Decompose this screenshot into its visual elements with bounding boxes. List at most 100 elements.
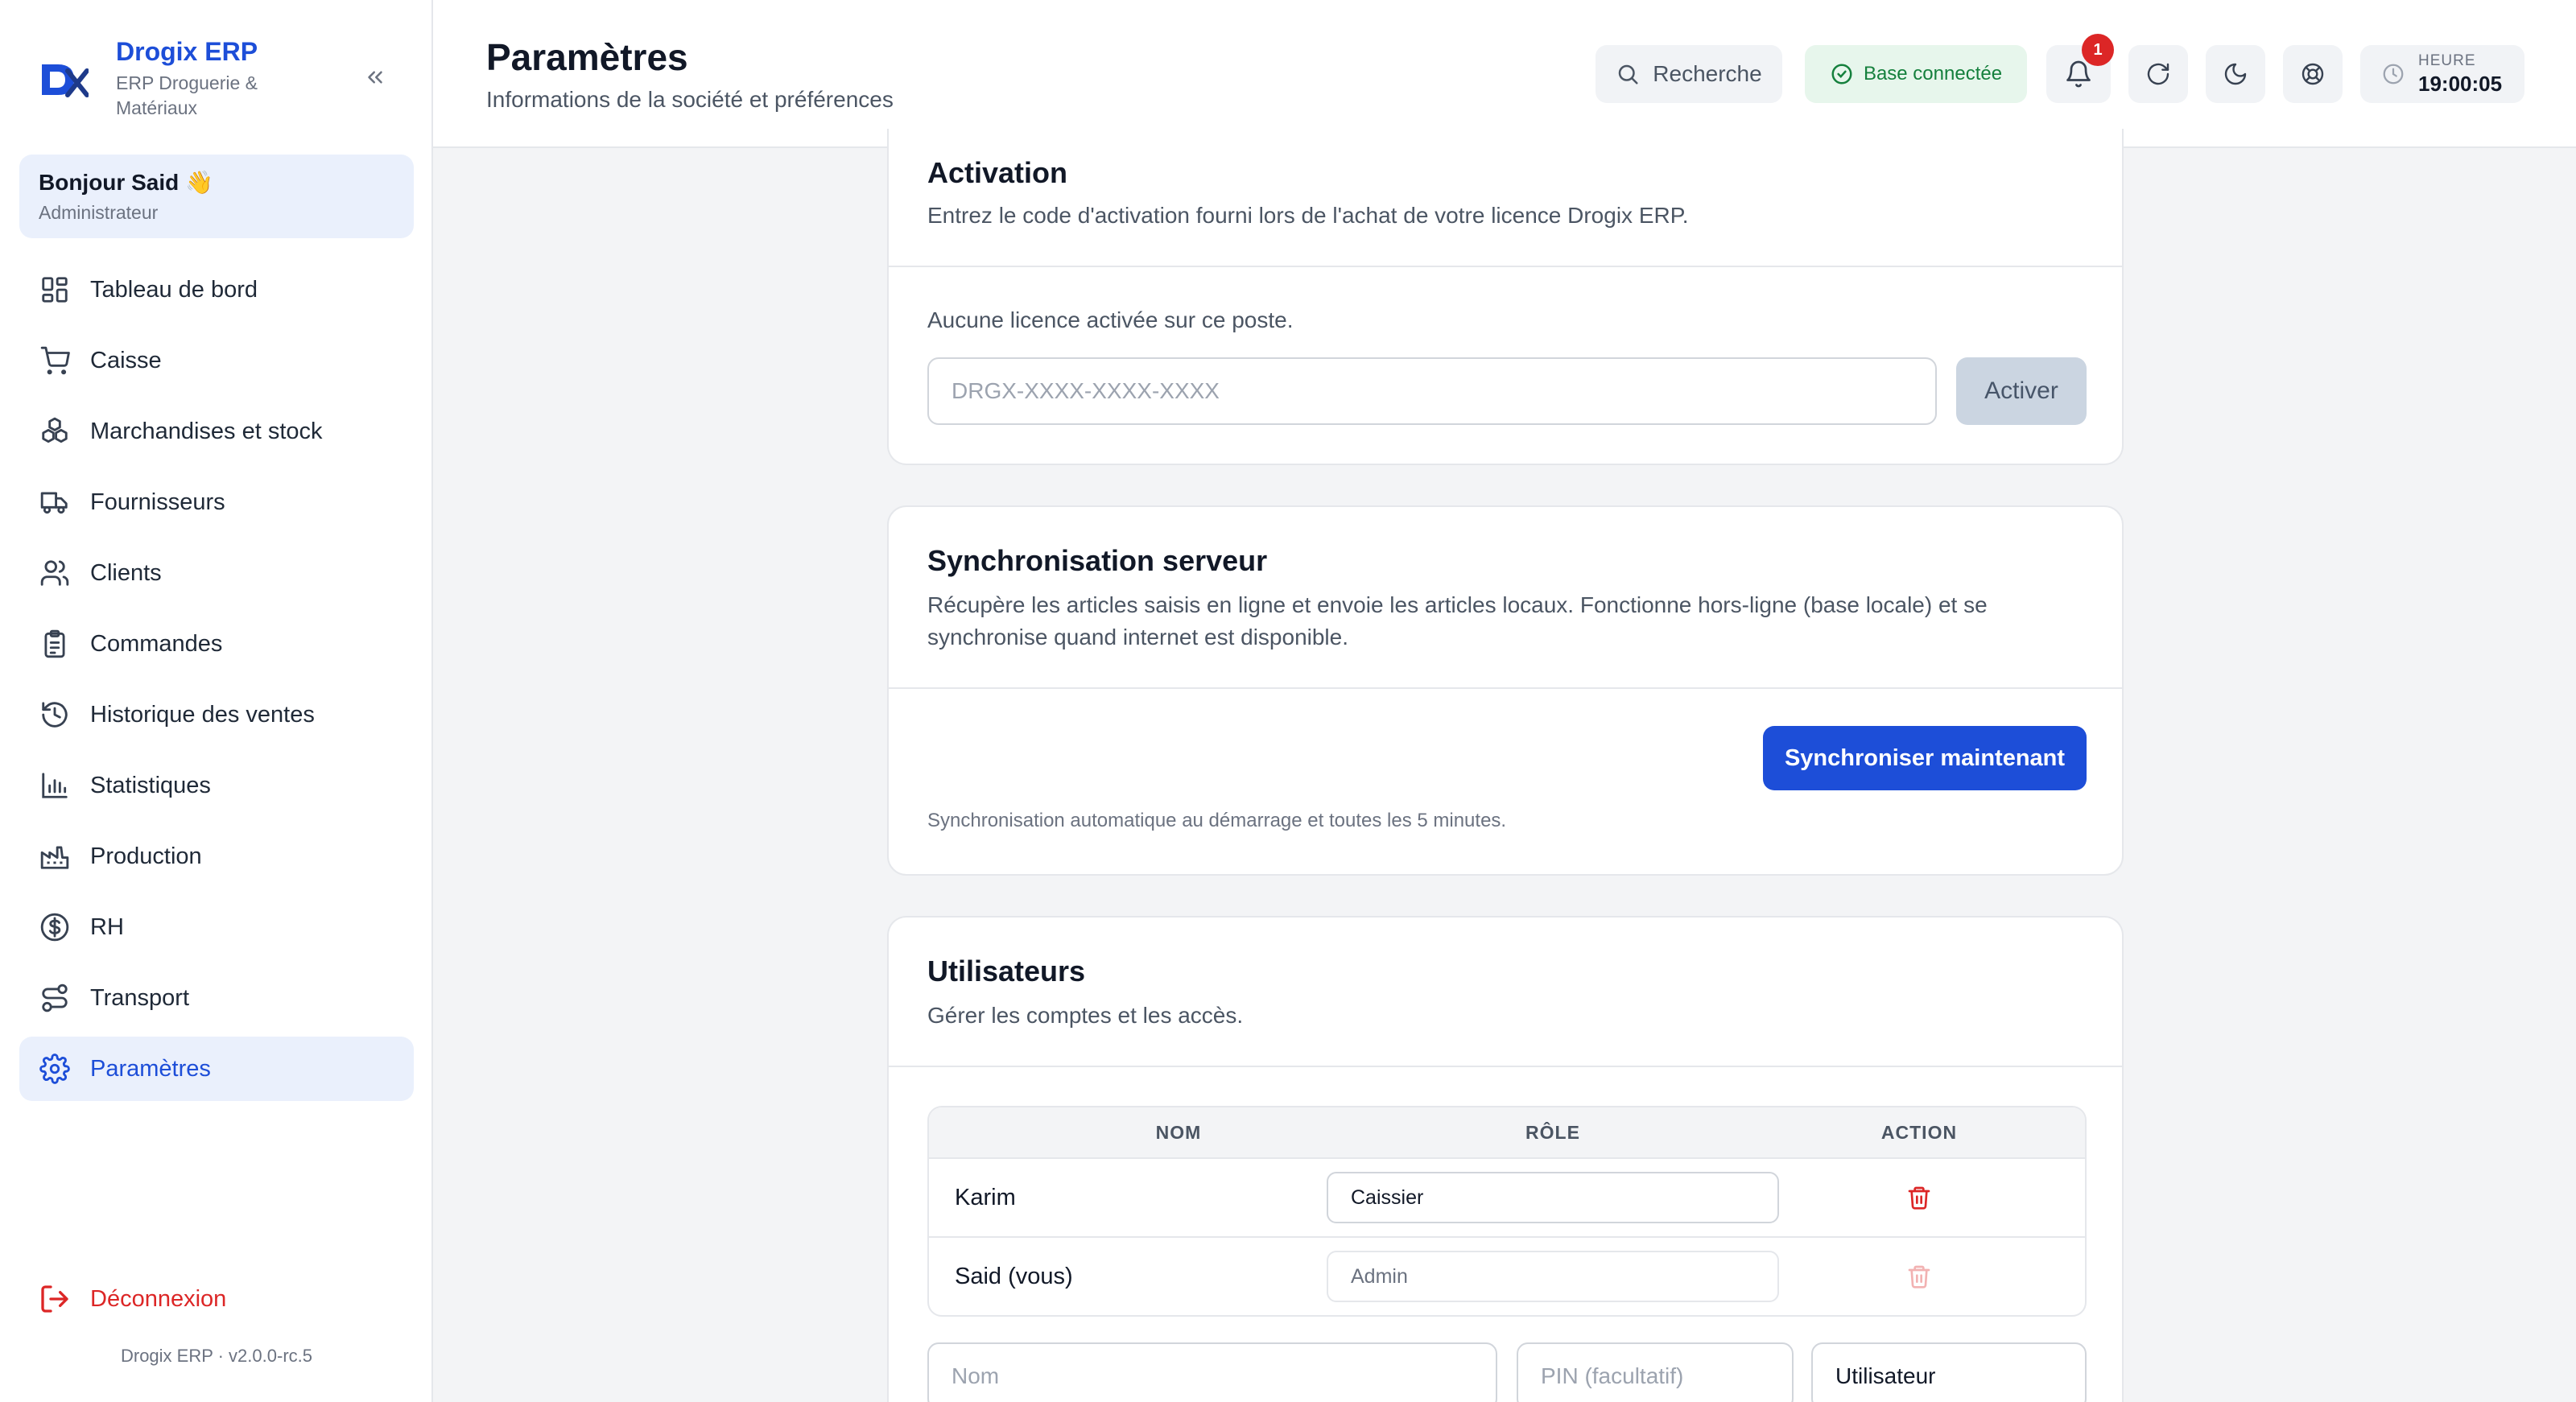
delete-user-button	[1903, 1260, 1935, 1293]
column-header-role: RÔLE	[1525, 1122, 1580, 1143]
check-circle-icon	[1831, 64, 1852, 85]
users-table: NOM RÔLE ACTION Karim Caissier Said (vou…	[927, 1106, 2087, 1317]
sidebar-item-label: Clients	[90, 559, 162, 586]
boxes-icon	[39, 415, 71, 447]
divider	[889, 1066, 2122, 1067]
activate-button[interactable]: Activer	[1956, 357, 2087, 425]
factory-icon	[39, 840, 71, 872]
greeting-name: Bonjour Said 👋	[39, 170, 213, 195]
page-title: Paramètres	[486, 36, 688, 78]
sidebar-item-label: Production	[90, 843, 202, 869]
refresh-button[interactable]	[2128, 45, 2188, 103]
user-name: Karim	[955, 1185, 1016, 1210]
divider	[889, 266, 2122, 267]
route-icon	[39, 982, 71, 1014]
notifications-button[interactable]: 1	[2046, 34, 2114, 103]
sidebar: Drogix ERP ERP Droguerie & Matériaux Bon…	[0, 0, 433, 1402]
sync-description: Récupère les articles saisis en ligne et…	[927, 592, 1988, 649]
sidebar-item-production[interactable]: Production	[19, 824, 414, 889]
users-title: Utilisateurs	[927, 955, 1086, 988]
clock-label: HEURE	[2418, 52, 2476, 69]
clock-widget: HEURE 19:00:05	[2360, 45, 2524, 103]
sidebar-item-label: Fournisseurs	[90, 489, 225, 515]
sidebar-item-caisse[interactable]: Caisse	[19, 328, 414, 393]
moon-icon	[2224, 63, 2247, 85]
search-label: Recherche	[1653, 61, 1762, 86]
sidebar-item-label: Tableau de bord	[90, 276, 258, 303]
users-card: Utilisateurs Gérer les comptes et les ac…	[887, 916, 2124, 1402]
license-status: Aucune licence activée sur ce poste.	[927, 307, 1294, 332]
table-row: Karim Caissier	[929, 1157, 2085, 1236]
column-header-name: NOM	[1155, 1122, 1202, 1143]
activation-title: Activation	[927, 156, 1068, 189]
sidebar-item-fournisseurs[interactable]: Fournisseurs	[19, 470, 414, 534]
delete-user-button[interactable]	[1903, 1181, 1935, 1214]
user-greeting: Bonjour Said 👋 Administrateur	[19, 155, 414, 238]
user-name: Said (vous)	[955, 1264, 1073, 1289]
top-header: Paramètres Informations de la société et…	[433, 0, 2576, 148]
dashboard-icon	[39, 274, 71, 306]
sidebar-item-commandes[interactable]: Commandes	[19, 612, 414, 676]
drogix-logo-icon	[39, 60, 89, 100]
activation-description: Entrez le code d'activation fourni lors …	[927, 203, 1689, 228]
sidebar-item-label: Historique des ventes	[90, 701, 315, 728]
search-button[interactable]: Recherche	[1596, 45, 1782, 103]
sidebar-item-rh[interactable]: RH	[19, 895, 414, 959]
database-status-label: Base connectée	[1863, 63, 2003, 85]
sidebar-item-stock[interactable]: Marchandises et stock	[19, 399, 414, 464]
refresh-icon	[2147, 63, 2169, 85]
brand-name: Drogix ERP	[116, 37, 258, 66]
sidebar-item-clients[interactable]: Clients	[19, 541, 414, 605]
role-select: Admin	[1327, 1251, 1779, 1302]
sidebar-item-parametres[interactable]: Paramètres	[19, 1037, 414, 1101]
new-user-role-select[interactable]: Utilisateur	[1811, 1342, 2087, 1402]
page-subtitle: Informations de la société et préférence…	[486, 87, 894, 112]
lifebuoy-icon	[2301, 63, 2324, 85]
activation-code-input[interactable]	[927, 357, 1937, 425]
users-description: Gérer les comptes et les accès.	[927, 1003, 1244, 1028]
chevrons-left-icon	[368, 71, 382, 84]
sidebar-nav: Tableau de bord Caisse Marchandises et s…	[19, 258, 414, 1107]
clock-time: 19:00:05	[2418, 71, 2503, 96]
dark-mode-toggle[interactable]	[2206, 45, 2265, 103]
clipboard-icon	[39, 628, 71, 660]
sync-note: Synchronisation automatique au démarrage…	[927, 810, 1507, 831]
clock-icon	[2383, 64, 2404, 85]
sidebar-item-label: Statistiques	[90, 772, 211, 798]
sidebar-item-label: RH	[90, 913, 124, 940]
bar-chart-icon	[39, 769, 71, 802]
cart-icon	[39, 344, 71, 377]
sidebar-item-transport[interactable]: Transport	[19, 966, 414, 1030]
dollar-circle-icon	[39, 911, 71, 943]
sync-title: Synchronisation serveur	[927, 544, 1268, 577]
search-icon	[1619, 64, 1638, 85]
app-version: Drogix ERP · v2.0.0-rc.5	[120, 1346, 312, 1366]
history-icon	[39, 699, 71, 731]
sidebar-item-label: Marchandises et stock	[90, 418, 323, 444]
new-user-name-input[interactable]	[927, 1342, 1497, 1402]
trash-icon	[1908, 1186, 1930, 1210]
collapse-sidebar-button[interactable]	[353, 58, 398, 97]
trash-icon	[1908, 1265, 1930, 1289]
sidebar-item-label: Paramètres	[90, 1055, 211, 1082]
help-button[interactable]	[2283, 45, 2343, 103]
sync-card: Synchronisation serveur Récupère les art…	[887, 505, 2124, 876]
database-status-badge: Base connectée	[1805, 45, 2027, 103]
brand-subtitle: ERP Droguerie & Matériaux	[116, 72, 258, 118]
sidebar-item-dashboard[interactable]: Tableau de bord	[19, 258, 414, 322]
greeting-role: Administrateur	[39, 202, 159, 223]
column-header-action: ACTION	[1880, 1122, 1958, 1143]
truck-icon	[39, 486, 71, 518]
sidebar-item-historique[interactable]: Historique des ventes	[19, 682, 414, 747]
sync-now-button[interactable]: Synchroniser maintenant	[1763, 726, 2087, 790]
bell-icon	[2066, 60, 2091, 88]
sidebar-item-statistiques[interactable]: Statistiques	[19, 753, 414, 818]
gear-icon	[39, 1053, 71, 1085]
logout-button[interactable]: Déconnexion	[19, 1267, 414, 1331]
new-user-pin-input[interactable]	[1517, 1342, 1794, 1402]
sidebar-item-label: Commandes	[90, 630, 223, 657]
role-select[interactable]: Caissier	[1327, 1172, 1779, 1223]
sidebar-item-label: Transport	[90, 984, 190, 1011]
logout-icon	[39, 1283, 71, 1315]
notification-count-badge: 1	[2082, 34, 2114, 66]
